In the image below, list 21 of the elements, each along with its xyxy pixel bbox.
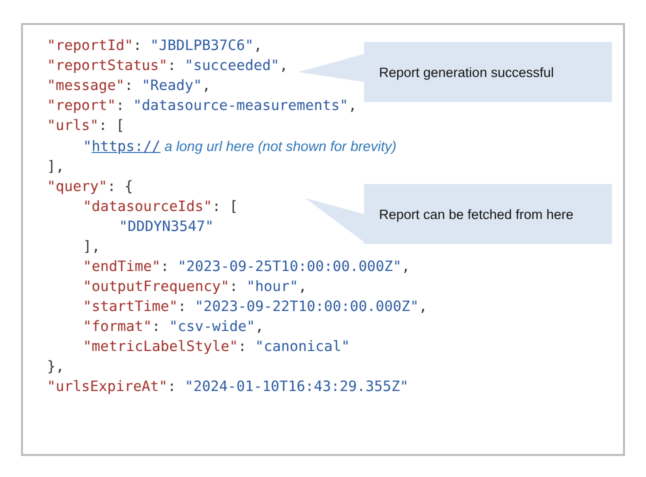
code-line: ], (47, 158, 64, 177)
code-line: "report": "datasource-measurements", (47, 97, 357, 116)
code-line: "reportStatus": "succeeded", (47, 57, 288, 76)
code-line: ], (83, 238, 100, 257)
url-link[interactable]: https:// (92, 137, 160, 157)
code-line: "message": "Ready", (47, 77, 211, 96)
code-line: "outputFrequency": "hour", (83, 278, 307, 297)
callout: Report generation successful (364, 42, 612, 102)
code-line: "urlsExpireAt": "2024-01-10T16:43:29.355Z" (47, 378, 409, 397)
code-line: "format": "csv-wide", (83, 318, 264, 337)
code-line: }, (47, 358, 64, 377)
code-line: "reportId": "JBDLPB37C6", (47, 37, 262, 56)
code-line: "query": { (47, 178, 134, 197)
code-line: "startTime": "2023-09-22T10:00:00.000Z", (83, 298, 428, 317)
url-note: a long url here (not shown for brevity) (164, 137, 396, 156)
code-line: "urls": [ (47, 117, 124, 136)
code-line: "DDDYN3547" (119, 218, 214, 237)
json-string: " (83, 138, 92, 157)
code-line: "endTime": "2023-09-25T10:00:00.000Z", (83, 258, 410, 277)
code-line: "metricLabelStyle": "canonical" (83, 338, 350, 357)
code-line: "datasourceIds": [ (83, 198, 238, 217)
